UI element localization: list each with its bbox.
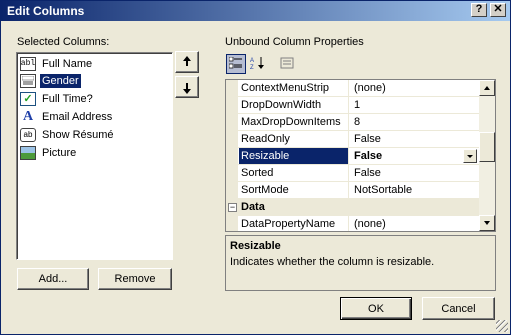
value-dropdown-button[interactable] bbox=[463, 149, 477, 163]
property-grid-scrollbar[interactable] bbox=[479, 80, 495, 231]
link-icon: A bbox=[22, 108, 34, 124]
property-row[interactable]: DropDownWidth 1 bbox=[226, 97, 479, 114]
property-row[interactable]: ReadOnly False bbox=[226, 131, 479, 148]
property-toolbar: AZ bbox=[225, 52, 495, 76]
svg-text:Z: Z bbox=[250, 65, 254, 70]
categorized-icon bbox=[228, 56, 243, 71]
combobox-icon bbox=[20, 73, 36, 88]
image-icon bbox=[20, 145, 36, 160]
edit-columns-dialog: Edit Columns ? ✕ Selected Columns: abl F… bbox=[0, 0, 511, 335]
svg-text:A: A bbox=[250, 58, 254, 64]
property-pages-button[interactable] bbox=[277, 54, 297, 74]
button-icon: ab bbox=[20, 127, 36, 142]
property-name: Resizable bbox=[239, 148, 349, 164]
property-value[interactable]: (none) bbox=[351, 80, 479, 96]
property-name: DataPropertyName bbox=[239, 216, 349, 231]
description-title: Resizable bbox=[230, 240, 281, 252]
category-row-data[interactable]: − Data bbox=[226, 199, 479, 216]
property-grid[interactable]: ContextMenuStrip (none) DropDownWidth 1 … bbox=[225, 79, 496, 232]
property-value[interactable]: False bbox=[351, 165, 479, 181]
property-name: Sorted bbox=[239, 165, 349, 181]
add-button[interactable]: Add... bbox=[17, 268, 89, 290]
property-row[interactable]: Sorted False bbox=[226, 165, 479, 182]
property-row[interactable]: ContextMenuStrip (none) bbox=[226, 80, 479, 97]
remove-button[interactable]: Remove bbox=[98, 268, 172, 290]
unbound-properties-label: Unbound Column Properties bbox=[225, 36, 364, 48]
property-name: DropDownWidth bbox=[239, 97, 349, 113]
property-name: ContextMenuStrip bbox=[239, 80, 349, 96]
scroll-up-button[interactable] bbox=[479, 80, 495, 96]
property-row-selected[interactable]: Resizable False bbox=[226, 148, 479, 165]
list-item-full-time[interactable]: ✓ Full Time? bbox=[20, 90, 95, 107]
property-value[interactable]: 1 bbox=[351, 97, 479, 113]
alphabetical-button[interactable]: AZ bbox=[248, 54, 268, 74]
selected-columns-list[interactable]: abl Full Name Gender ✓ Full Time? A Emai… bbox=[16, 52, 173, 260]
property-row[interactable]: SortMode NotSortable bbox=[226, 182, 479, 199]
property-value[interactable]: (none) bbox=[351, 216, 479, 231]
property-row[interactable]: DataPropertyName (none) bbox=[226, 216, 479, 231]
checkbox-icon: ✓ bbox=[20, 91, 36, 106]
ok-button[interactable]: OK bbox=[340, 297, 412, 320]
list-item-picture[interactable]: Picture bbox=[20, 144, 78, 161]
resize-grip[interactable] bbox=[496, 320, 508, 332]
list-item-email-address[interactable]: A Email Address bbox=[20, 108, 114, 125]
description-text: Indicates whether the column is resizabl… bbox=[230, 256, 435, 268]
collapse-icon[interactable]: − bbox=[228, 203, 237, 212]
property-value[interactable]: 8 bbox=[351, 114, 479, 130]
sort-az-icon: AZ bbox=[250, 56, 266, 72]
scroll-down-button[interactable] bbox=[479, 215, 495, 231]
property-description-panel: Resizable Indicates whether the column i… bbox=[225, 235, 496, 291]
list-item-label: Full Name bbox=[42, 57, 93, 70]
list-item-label: Show Résumé bbox=[42, 128, 114, 141]
list-item-label: Picture bbox=[42, 146, 77, 159]
property-pages-icon bbox=[280, 57, 294, 71]
property-name: SortMode bbox=[239, 182, 349, 198]
property-row[interactable]: MaxDropDownItems 8 bbox=[226, 114, 479, 131]
move-up-button[interactable] bbox=[175, 51, 199, 73]
list-item-gender[interactable]: Gender bbox=[20, 72, 81, 89]
title-bar[interactable]: Edit Columns ? ✕ bbox=[1, 1, 510, 21]
list-item-label: Full Time? bbox=[42, 92, 93, 105]
property-value[interactable]: NotSortable bbox=[351, 182, 479, 198]
close-button[interactable]: ✕ bbox=[490, 3, 506, 17]
move-down-button[interactable] bbox=[175, 76, 199, 98]
textbox-icon: abl bbox=[20, 56, 36, 71]
list-item-show-resume[interactable]: ab Show Résumé bbox=[20, 126, 116, 143]
selected-columns-label: Selected Columns: bbox=[17, 36, 110, 48]
scroll-thumb[interactable] bbox=[479, 132, 495, 162]
cancel-button[interactable]: Cancel bbox=[422, 297, 495, 320]
list-item-full-name[interactable]: abl Full Name bbox=[20, 55, 94, 72]
category-name: Data bbox=[241, 201, 265, 213]
list-item-label: Gender bbox=[40, 73, 81, 88]
property-name: MaxDropDownItems bbox=[239, 114, 349, 130]
property-value[interactable]: False bbox=[351, 131, 479, 147]
property-name: ReadOnly bbox=[239, 131, 349, 147]
property-value[interactable]: False bbox=[351, 148, 479, 164]
help-button[interactable]: ? bbox=[471, 3, 487, 17]
window-title: Edit Columns bbox=[7, 4, 85, 18]
list-item-label: Email Address bbox=[42, 110, 113, 123]
categorized-button[interactable] bbox=[226, 54, 246, 74]
